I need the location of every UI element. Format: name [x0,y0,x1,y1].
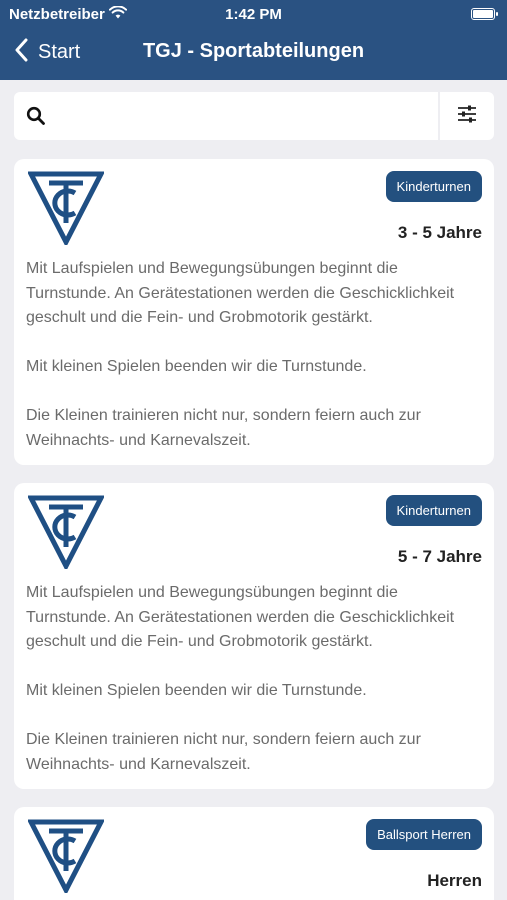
club-logo [26,495,106,574]
search-input[interactable] [62,100,432,132]
sliders-icon [457,105,477,128]
category-badge: Ballsport Herren [366,819,482,850]
sport-card[interactable]: Ballsport Herren Herren [14,807,494,900]
description-paragraph: Die Kleinen trainieren nicht nur, sonder… [26,407,421,449]
age-group-label: Herren [427,871,482,890]
card-description: Mit Laufspielen und Bewegungsübungen beg… [26,581,486,777]
sport-card[interactable]: Kinderturnen 3 - 5 Jahre Mit Laufspielen… [14,159,494,465]
category-badge: Kinderturnen [385,171,482,202]
description-paragraph: Mit kleinen Spielen beenden wir die Turn… [26,358,367,375]
filter-button[interactable] [440,92,494,140]
club-logo [26,819,106,898]
category-badge: Kinderturnen [385,495,482,526]
status-time: 1:42 PM [225,6,282,23]
page-title: TGJ - Sportabteilungen [142,40,365,62]
search-icon [26,106,46,131]
status-bar: Netzbetreiber 1:42 PM [0,0,507,28]
description-paragraph: Mit kleinen Spielen beenden wir die Turn… [26,682,367,699]
top-bar: Netzbetreiber 1:42 PM Start TGJ - Sporta… [0,0,507,80]
card-description: Mit Laufspielen und Bewegungsübungen beg… [26,257,486,453]
age-group-label: 3 - 5 Jahre [397,223,482,242]
sport-card[interactable]: Kinderturnen 5 - 7 Jahre Mit Laufspielen… [14,483,494,789]
club-logo [26,171,106,250]
description-paragraph: Mit Laufspielen und Bewegungsübungen beg… [26,260,455,326]
battery-icon [471,8,498,20]
description-paragraph: Mit Laufspielen und Bewegungsübungen beg… [26,584,455,650]
navigation-bar: Start TGJ - Sportabteilungen [0,28,507,80]
description-paragraph: Die Kleinen trainieren nicht nur, sonder… [26,731,421,773]
age-group-label: 5 - 7 Jahre [397,547,482,566]
search-bar [14,92,494,140]
